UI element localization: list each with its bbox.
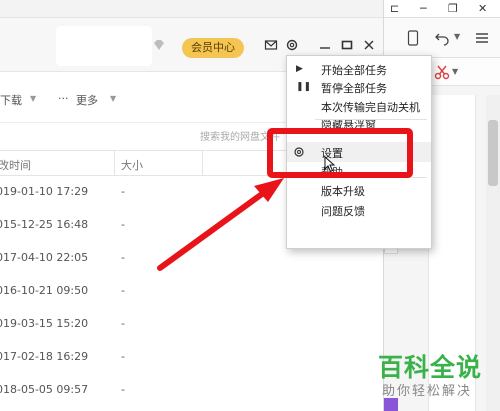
user-profile-box[interactable] [56,26,152,66]
table-row[interactable]: 019-03-15 15:20 - [0,308,383,341]
chevron-down-icon: ▼ [30,94,37,103]
column-size[interactable]: 大小 [121,157,143,173]
settings-dropdown-menu: ▶ 开始全部任务 ❚❚ 暂停全部任务 本次传输完自动关机 隐藏悬浮窗 设置 帮助… [286,55,432,249]
row-size: - [121,218,125,231]
window-titlebar [0,0,383,18]
row-date: 019-01-10 17:29 [0,185,89,198]
screenshot-root: 会员中心 下载 ▼ ··· 更多 ▼ 搜索我的网盘文件 改时间 大小 019-0… [0,0,500,411]
menu-item-upgrade[interactable]: 版本升级 [287,180,431,200]
minimize-icon[interactable] [318,38,332,52]
chevron-down-icon[interactable]: ▼ [452,67,458,76]
menu-item-pause-all[interactable]: ❚❚ 暂停全部任务 [287,77,431,97]
vip-center-button[interactable]: 会员中心 [182,38,244,58]
pause-icon: ❚❚ [296,82,312,92]
more-dots-icon: ··· [58,92,69,105]
gear-icon [294,147,304,157]
scrollbar-thumb[interactable] [488,120,498,186]
table-row[interactable]: 016-10-21 09:50 - [0,275,383,308]
background-titlebar: ⊏ ─ ❐ ✕ [384,0,500,18]
undo-icon[interactable] [434,30,450,46]
row-size: - [121,317,125,330]
more-button[interactable]: 更多 [76,92,98,108]
column-divider [114,151,115,175]
table-row[interactable]: 018-05-05 09:57 - [0,374,383,407]
background-toolbar: ▼ [384,18,500,58]
purple-swatch [384,398,398,411]
chevron-down-icon: ▼ [110,94,117,103]
table-row[interactable]: 017-02-18 16:29 - [0,341,383,374]
close-icon[interactable]: ✕ [478,2,487,15]
menu-item-shutdown-after[interactable]: 本次传输完自动关机 [287,96,431,116]
restore-icon[interactable]: ❐ [448,2,458,15]
pin-icon[interactable]: ⊏ [390,2,399,15]
row-date: 017-04-10 22:05 [0,251,89,264]
maximize-icon[interactable] [340,38,354,52]
phone-icon[interactable] [406,30,420,46]
row-date: 015-12-25 16:48 [0,218,89,231]
cursor-icon [324,156,336,173]
cut-icon[interactable] [434,64,450,80]
menu-divider [315,177,427,178]
row-date: 017-02-18 16:29 [0,350,89,363]
close-icon[interactable] [362,38,376,52]
download-button[interactable]: 下载 [0,92,22,108]
row-size: - [121,251,125,264]
menu-item-help[interactable]: 帮助 [287,162,431,174]
mail-icon[interactable] [264,38,278,52]
row-date: 018-05-05 09:57 [0,383,89,396]
watermark-title: 百科全说 [378,353,483,382]
chevron-down-icon[interactable]: ▼ [454,32,460,41]
menu-item-start-all[interactable]: ▶ 开始全部任务 [287,59,431,79]
row-date: 016-10-21 09:50 [0,284,89,297]
play-icon: ▶ [296,64,303,74]
minimize-icon[interactable]: ─ [420,2,427,15]
row-size: - [121,383,125,396]
menu-item-hidden[interactable]: 隐藏悬浮窗 [287,120,431,132]
row-size: - [121,350,125,363]
search-placeholder: 搜索我的网盘文件 [200,132,280,143]
column-modified-time[interactable]: 改时间 [0,157,31,173]
row-date: 019-03-15 15:20 [0,317,89,330]
watermark-subtitle: 助你轻松解决 [382,384,473,399]
diamond-icon [154,40,164,50]
menu-item-settings[interactable]: 设置 [287,142,431,162]
column-divider [202,151,203,175]
menu-icon[interactable] [474,30,490,46]
row-size: - [121,284,125,297]
row-size: - [121,185,125,198]
gear-icon[interactable] [285,38,299,52]
menu-item-feedback[interactable]: 问题反馈 [287,200,431,220]
